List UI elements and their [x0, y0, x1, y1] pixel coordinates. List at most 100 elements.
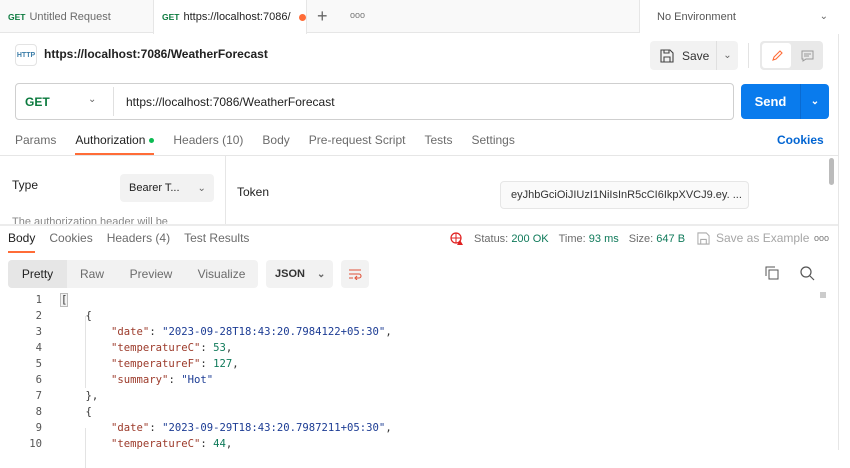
tab-authorization[interactable]: Authorization — [75, 133, 155, 155]
tab-label: Authorization — [75, 133, 146, 147]
time-info: Time: 93 ms — [559, 233, 619, 245]
status-value: 200 OK — [511, 233, 549, 245]
save-icon — [660, 48, 674, 63]
json-key: "temperatureC" — [111, 342, 201, 354]
tab-response-body[interactable]: Body — [8, 231, 36, 253]
method-label: GET — [162, 12, 180, 22]
json-number: 127 — [213, 358, 233, 370]
json-key: "date" — [111, 422, 150, 434]
line-number: 1 — [35, 294, 42, 306]
more-tabs-icon[interactable]: ooo — [350, 10, 365, 20]
code-line: 8 { — [0, 404, 820, 420]
globe-warning-icon[interactable] — [450, 232, 464, 246]
tab-tests[interactable]: Tests — [424, 133, 452, 155]
code-line: 5 "temperatureF": 127, — [0, 356, 820, 372]
save-dropdown-button[interactable]: ⌄ — [716, 41, 738, 70]
tab-localhost[interactable]: GET https://localhost:7086/ — [153, 0, 307, 34]
divider — [838, 34, 839, 450]
send-dropdown-chevron-icon[interactable]: ⌄ — [800, 84, 829, 119]
save-as-example-label: Save as Example — [716, 231, 810, 245]
code-line: 1[ — [0, 292, 820, 308]
http-icon: HTTP — [15, 44, 37, 66]
wrap-lines-button[interactable] — [341, 260, 369, 288]
auth-note: The authorization header will be — [12, 216, 168, 224]
code-line: 7 }, — [0, 388, 820, 404]
response-tabs: Body Cookies Headers (4) Test Results — [8, 231, 263, 253]
url-bar — [15, 83, 734, 120]
json-key: "summary" — [111, 374, 169, 386]
save-button[interactable]: Save — [650, 41, 724, 70]
view-raw[interactable]: Raw — [67, 260, 117, 288]
view-pretty[interactable]: Pretty — [8, 260, 67, 288]
more-options-icon[interactable]: ooo — [814, 233, 829, 243]
auth-type-value: Bearer T... — [129, 182, 180, 194]
edit-pencil-icon[interactable] — [762, 43, 791, 68]
auth-type-select[interactable]: Bearer T... ⌄ — [120, 174, 214, 202]
environment-label: No Environment — [657, 10, 736, 23]
size-info: Size: 647 B — [629, 233, 685, 245]
save-label: Save — [682, 48, 710, 63]
line-number: 5 — [35, 358, 42, 370]
comment-icon[interactable] — [793, 43, 821, 68]
mode-toggle — [760, 41, 823, 70]
view-visualize[interactable]: Visualize — [185, 260, 258, 288]
view-preview[interactable]: Preview — [117, 260, 185, 288]
chevron-down-icon: ⌄ — [316, 268, 326, 280]
time-value: 93 ms — [588, 233, 619, 245]
tab-label: Untitled Request — [29, 10, 111, 23]
url-input[interactable]: https://localhost:7086/WeatherForecast — [126, 95, 335, 109]
response-status: Status: 200 OK Time: 93 ms Size: 647 B — [450, 232, 685, 246]
divider — [225, 156, 226, 224]
tab-headers[interactable]: Headers (10) — [173, 133, 243, 155]
token-input[interactable]: eyJhbGciOiJIUzI1NiIsInR5cCI6IkpXVCJ9.ey.… — [500, 181, 749, 209]
tab-body[interactable]: Body — [262, 133, 289, 155]
json-string: "2023-09-28T18:43:20.7984122+05:30" — [162, 326, 386, 338]
tab-response-headers[interactable]: Headers (4) — [107, 231, 170, 253]
line-number: 2 — [35, 310, 42, 322]
search-icon[interactable] — [800, 266, 815, 284]
tab-pre-request-script[interactable]: Pre-request Script — [309, 133, 406, 155]
time-label: Time: — [558, 233, 586, 245]
view-mode-segment: Pretty Raw Preview Visualize — [8, 260, 258, 288]
pane-resizer[interactable] — [0, 224, 838, 226]
tab-settings[interactable]: Settings — [472, 133, 515, 155]
tab-test-results[interactable]: Test Results — [184, 231, 249, 253]
line-number: 7 — [35, 390, 42, 402]
request-title: https://localhost:7086/WeatherForecast — [44, 47, 268, 61]
json-key: "temperatureC" — [111, 438, 201, 450]
copy-icon[interactable] — [765, 266, 779, 283]
save-as-example-button[interactable]: Save as Example — [697, 231, 809, 245]
chevron-down-icon[interactable]: ⌄ — [88, 94, 96, 105]
tab-response-cookies[interactable]: Cookies — [49, 231, 92, 253]
code-scrollbar[interactable] — [820, 292, 826, 298]
method-select[interactable]: GET — [25, 95, 50, 109]
format-select[interactable]: JSON ⌄ — [266, 260, 333, 288]
code-line: 6 "summary": "Hot" — [0, 372, 820, 388]
code-line: 9 "date": "2023-09-29T18:43:20.7987211+0… — [0, 420, 820, 436]
json-key: "temperatureF" — [111, 358, 201, 370]
send-button[interactable]: Send — [741, 84, 800, 119]
code-line: 3 "date": "2023-09-28T18:43:20.7984122+0… — [0, 324, 820, 340]
line-number: 8 — [35, 406, 42, 418]
tab-untitled-request[interactable]: GET Untitled Request — [0, 0, 154, 33]
chevron-down-icon: ⌄ — [723, 50, 732, 61]
auth-type-label: Type — [12, 178, 39, 192]
code-line: 4 "temperatureC": 53, — [0, 340, 820, 356]
save-icon — [697, 231, 710, 245]
active-dot-icon — [149, 138, 155, 144]
tab-params[interactable]: Params — [15, 133, 56, 155]
method-label: GET — [8, 11, 26, 22]
line-number: 6 — [35, 374, 42, 386]
send-button-group: Send ⌄ — [741, 84, 829, 119]
format-label: JSON — [275, 268, 305, 280]
scrollbar[interactable] — [829, 158, 834, 185]
status-info: Status: 200 OK — [474, 233, 549, 245]
response-body-code[interactable]: 1[ 2 { 3 "date": "2023-09-28T18:43:20.79… — [0, 292, 820, 468]
environment-select[interactable]: No Environment ⌄ — [639, 0, 850, 33]
size-value: 647 B — [656, 233, 686, 245]
wrap-icon — [349, 269, 362, 280]
code-line: 2 { — [0, 308, 820, 324]
new-tab-plus-icon[interactable]: + — [317, 6, 328, 27]
cookies-link[interactable]: Cookies — [777, 133, 824, 147]
chevron-down-icon: ⌄ — [819, 11, 828, 22]
